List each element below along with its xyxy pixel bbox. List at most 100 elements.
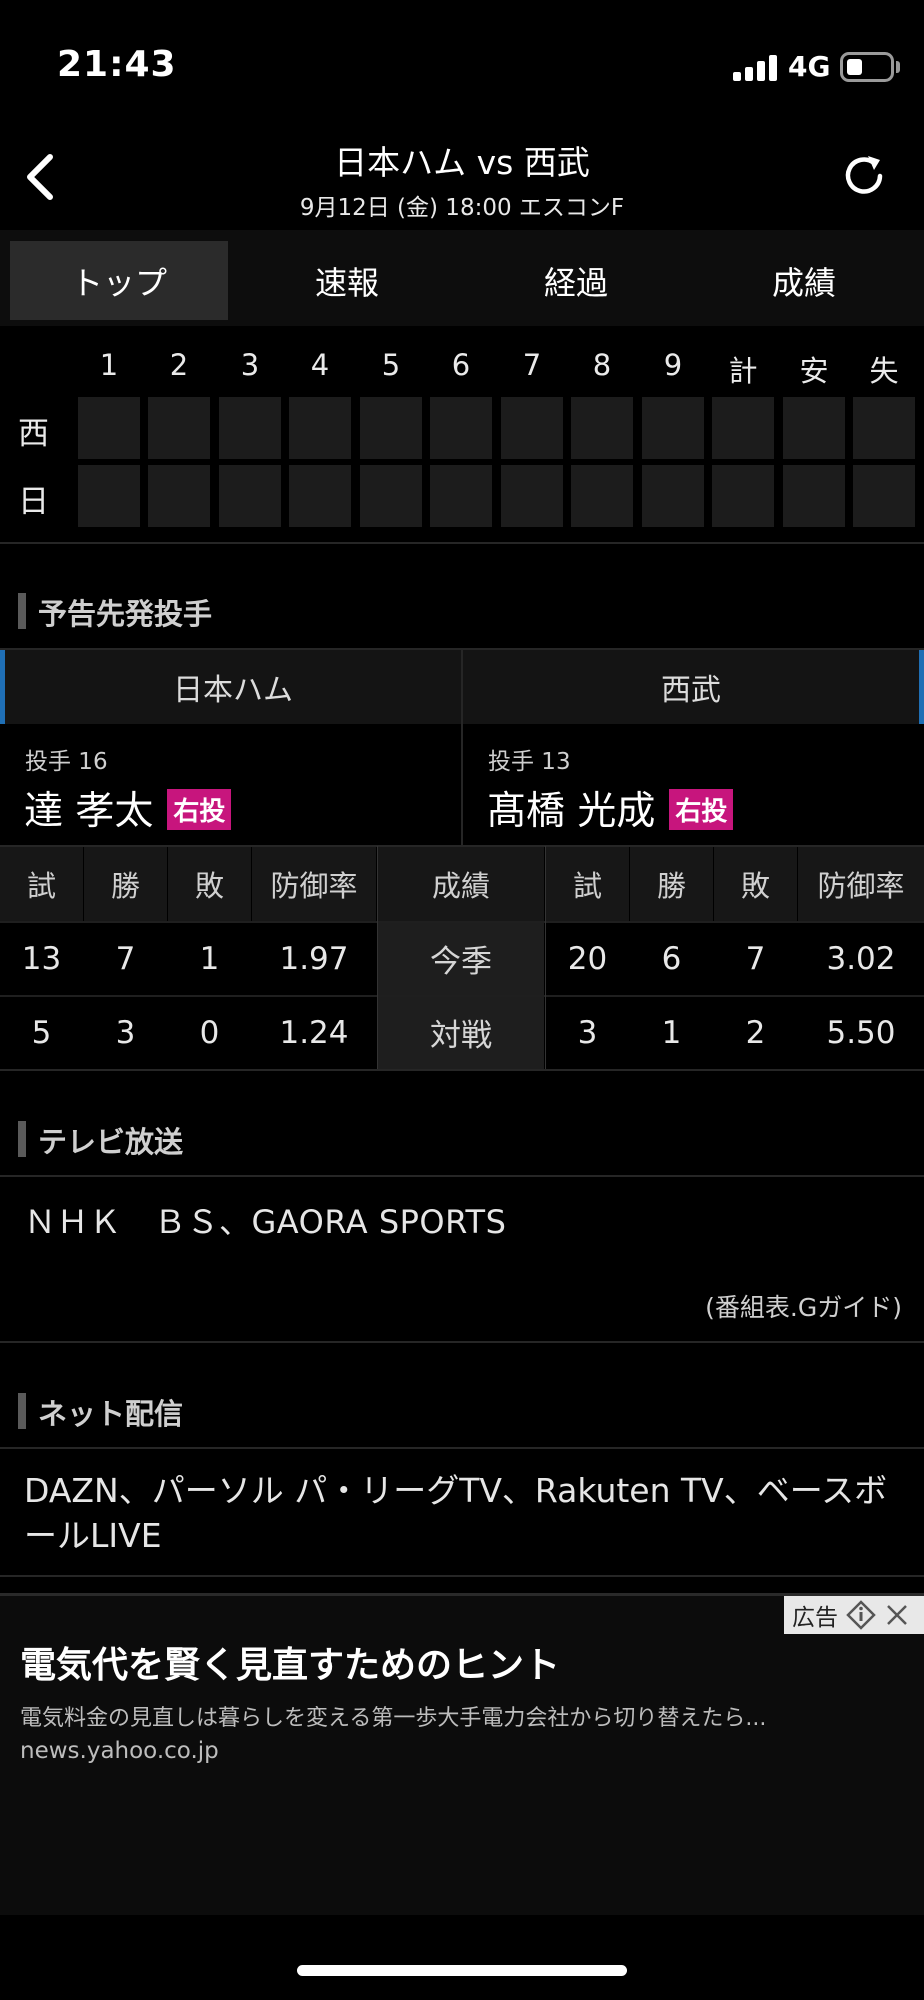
divider <box>0 1175 924 1177</box>
score-col-9: 9 <box>663 348 683 382</box>
score-col-7: 7 <box>522 348 542 382</box>
ad-label: 広告 <box>792 1605 838 1631</box>
home-indicator[interactable] <box>297 1965 627 1976</box>
divider-vertical <box>461 650 463 846</box>
score-col-5: 5 <box>381 348 401 382</box>
throw-badge: 右投 <box>167 789 232 830</box>
divider <box>0 995 924 997</box>
tv-guide-link[interactable]: (番組表.Gガイド) <box>705 1288 902 1324</box>
tab-top[interactable]: トップ <box>10 241 228 320</box>
score-cell <box>289 397 351 459</box>
score-team-home: 日 <box>18 484 49 520</box>
divider-vertical <box>545 846 546 1069</box>
stat-cell: 3 <box>577 1014 598 1051</box>
score-col-hits: 安 <box>799 354 829 388</box>
page-title: 日本ハム vs 西武 <box>334 143 590 182</box>
stat-cell: 3.02 <box>826 940 896 977</box>
divider <box>0 1341 924 1343</box>
stat-header-middle: 成績 <box>378 846 544 921</box>
status-bar: 21:43 4G <box>0 0 924 130</box>
stat-header: 試 <box>0 846 83 921</box>
divider <box>0 921 924 923</box>
tab-progress[interactable]: 経過 <box>467 241 685 320</box>
score-col-2: 2 <box>169 348 189 382</box>
pitcher-name-home[interactable]: 達 孝太 右投 <box>24 780 232 836</box>
score-cell <box>78 465 140 527</box>
pitcher-name-text: 髙橋 光成 <box>487 789 656 834</box>
stat-cell: 7 <box>115 940 136 977</box>
score-team-away: 西 <box>18 416 49 452</box>
stat-header: 防御率 <box>798 846 924 921</box>
battery-cap <box>896 61 900 73</box>
divider <box>0 1069 924 1071</box>
score-cell <box>430 397 492 459</box>
ad-title[interactable]: 電気代を賢く見直すためのヒント <box>20 1636 560 1688</box>
score-cell <box>853 397 915 459</box>
throw-badge: 右投 <box>669 789 734 830</box>
ad-badge[interactable]: 広告 <box>784 1596 924 1634</box>
score-col-8: 8 <box>592 348 612 382</box>
score-col-1: 1 <box>99 348 119 382</box>
stat-cell: 7 <box>745 940 766 977</box>
score-col-3: 3 <box>240 348 260 382</box>
stat-cell: 0 <box>199 1014 220 1051</box>
score-cell <box>783 465 845 527</box>
pitcher-number-away: 投手 13 <box>488 749 571 775</box>
stat-header: 勝 <box>84 846 167 921</box>
score-cell <box>642 465 704 527</box>
score-col-6: 6 <box>451 348 471 382</box>
ad-info-icon[interactable] <box>846 1600 876 1630</box>
tab-bar: トップ 速報 経過 成績 <box>0 230 924 326</box>
ad-close-icon[interactable] <box>884 1602 910 1628</box>
pitcher-name-away[interactable]: 髙橋 光成 右投 <box>487 780 734 836</box>
team-tab-away[interactable]: 西武 <box>463 650 924 724</box>
score-col-errors: 失 <box>869 354 899 388</box>
battery-icon <box>840 52 894 82</box>
score-cell <box>501 397 563 459</box>
ad-description: 電気料金の見直しは暮らしを変える第一歩大手電力会社から切り替えたら... <box>20 1706 767 1731</box>
score-cell <box>571 397 633 459</box>
stat-header: 敗 <box>714 846 797 921</box>
stat-header: 敗 <box>168 846 251 921</box>
score-cell <box>712 465 774 527</box>
stat-cell: 1.97 <box>279 940 349 977</box>
pitcher-name-text: 達 孝太 <box>24 789 154 834</box>
score-cell <box>219 397 281 459</box>
divider <box>0 542 924 544</box>
stat-header: 勝 <box>630 846 713 921</box>
stat-cell: 1.24 <box>279 1014 349 1051</box>
stat-cell: 1 <box>199 940 220 977</box>
stat-cell: 13 <box>21 940 62 977</box>
score-cell <box>148 397 210 459</box>
stat-cell: 5.50 <box>826 1014 896 1051</box>
score-cell <box>360 397 422 459</box>
stat-header: 試 <box>546 846 629 921</box>
stat-cell: 20 <box>567 940 608 977</box>
stat-row-label: 今季 <box>378 922 544 995</box>
stat-cell: 3 <box>115 1014 136 1051</box>
divider <box>0 845 924 847</box>
score-cell <box>501 465 563 527</box>
score-cell <box>853 465 915 527</box>
score-cell <box>148 465 210 527</box>
status-time: 21:43 <box>57 44 177 85</box>
score-cell <box>712 397 774 459</box>
score-cell <box>219 465 281 527</box>
tab-live[interactable]: 速報 <box>238 241 456 320</box>
signal-icon <box>733 55 777 81</box>
score-cell <box>642 397 704 459</box>
tv-channels: ＮＨＫ ＢＳ、GAORA SPORTS <box>24 1203 507 1241</box>
team-tab-home[interactable]: 日本ハム <box>0 650 461 724</box>
section-title-pitchers: 予告先発投手 <box>18 591 212 633</box>
refresh-icon[interactable] <box>838 150 890 202</box>
section-title-tv: テレビ放送 <box>18 1119 183 1161</box>
score-cell <box>571 465 633 527</box>
score-cell <box>78 397 140 459</box>
tab-stats[interactable]: 成績 <box>695 241 913 320</box>
ad-banner[interactable]: 広告 電気代を賢く見直すためのヒント 電気料金の見直しは暮らしを変える第一歩大手… <box>0 1593 924 1915</box>
section-title-net: ネット配信 <box>18 1391 183 1433</box>
pitcher-number-home: 投手 16 <box>25 749 108 775</box>
stat-cell: 6 <box>661 940 682 977</box>
score-cell <box>360 465 422 527</box>
stat-cell: 5 <box>31 1014 52 1051</box>
